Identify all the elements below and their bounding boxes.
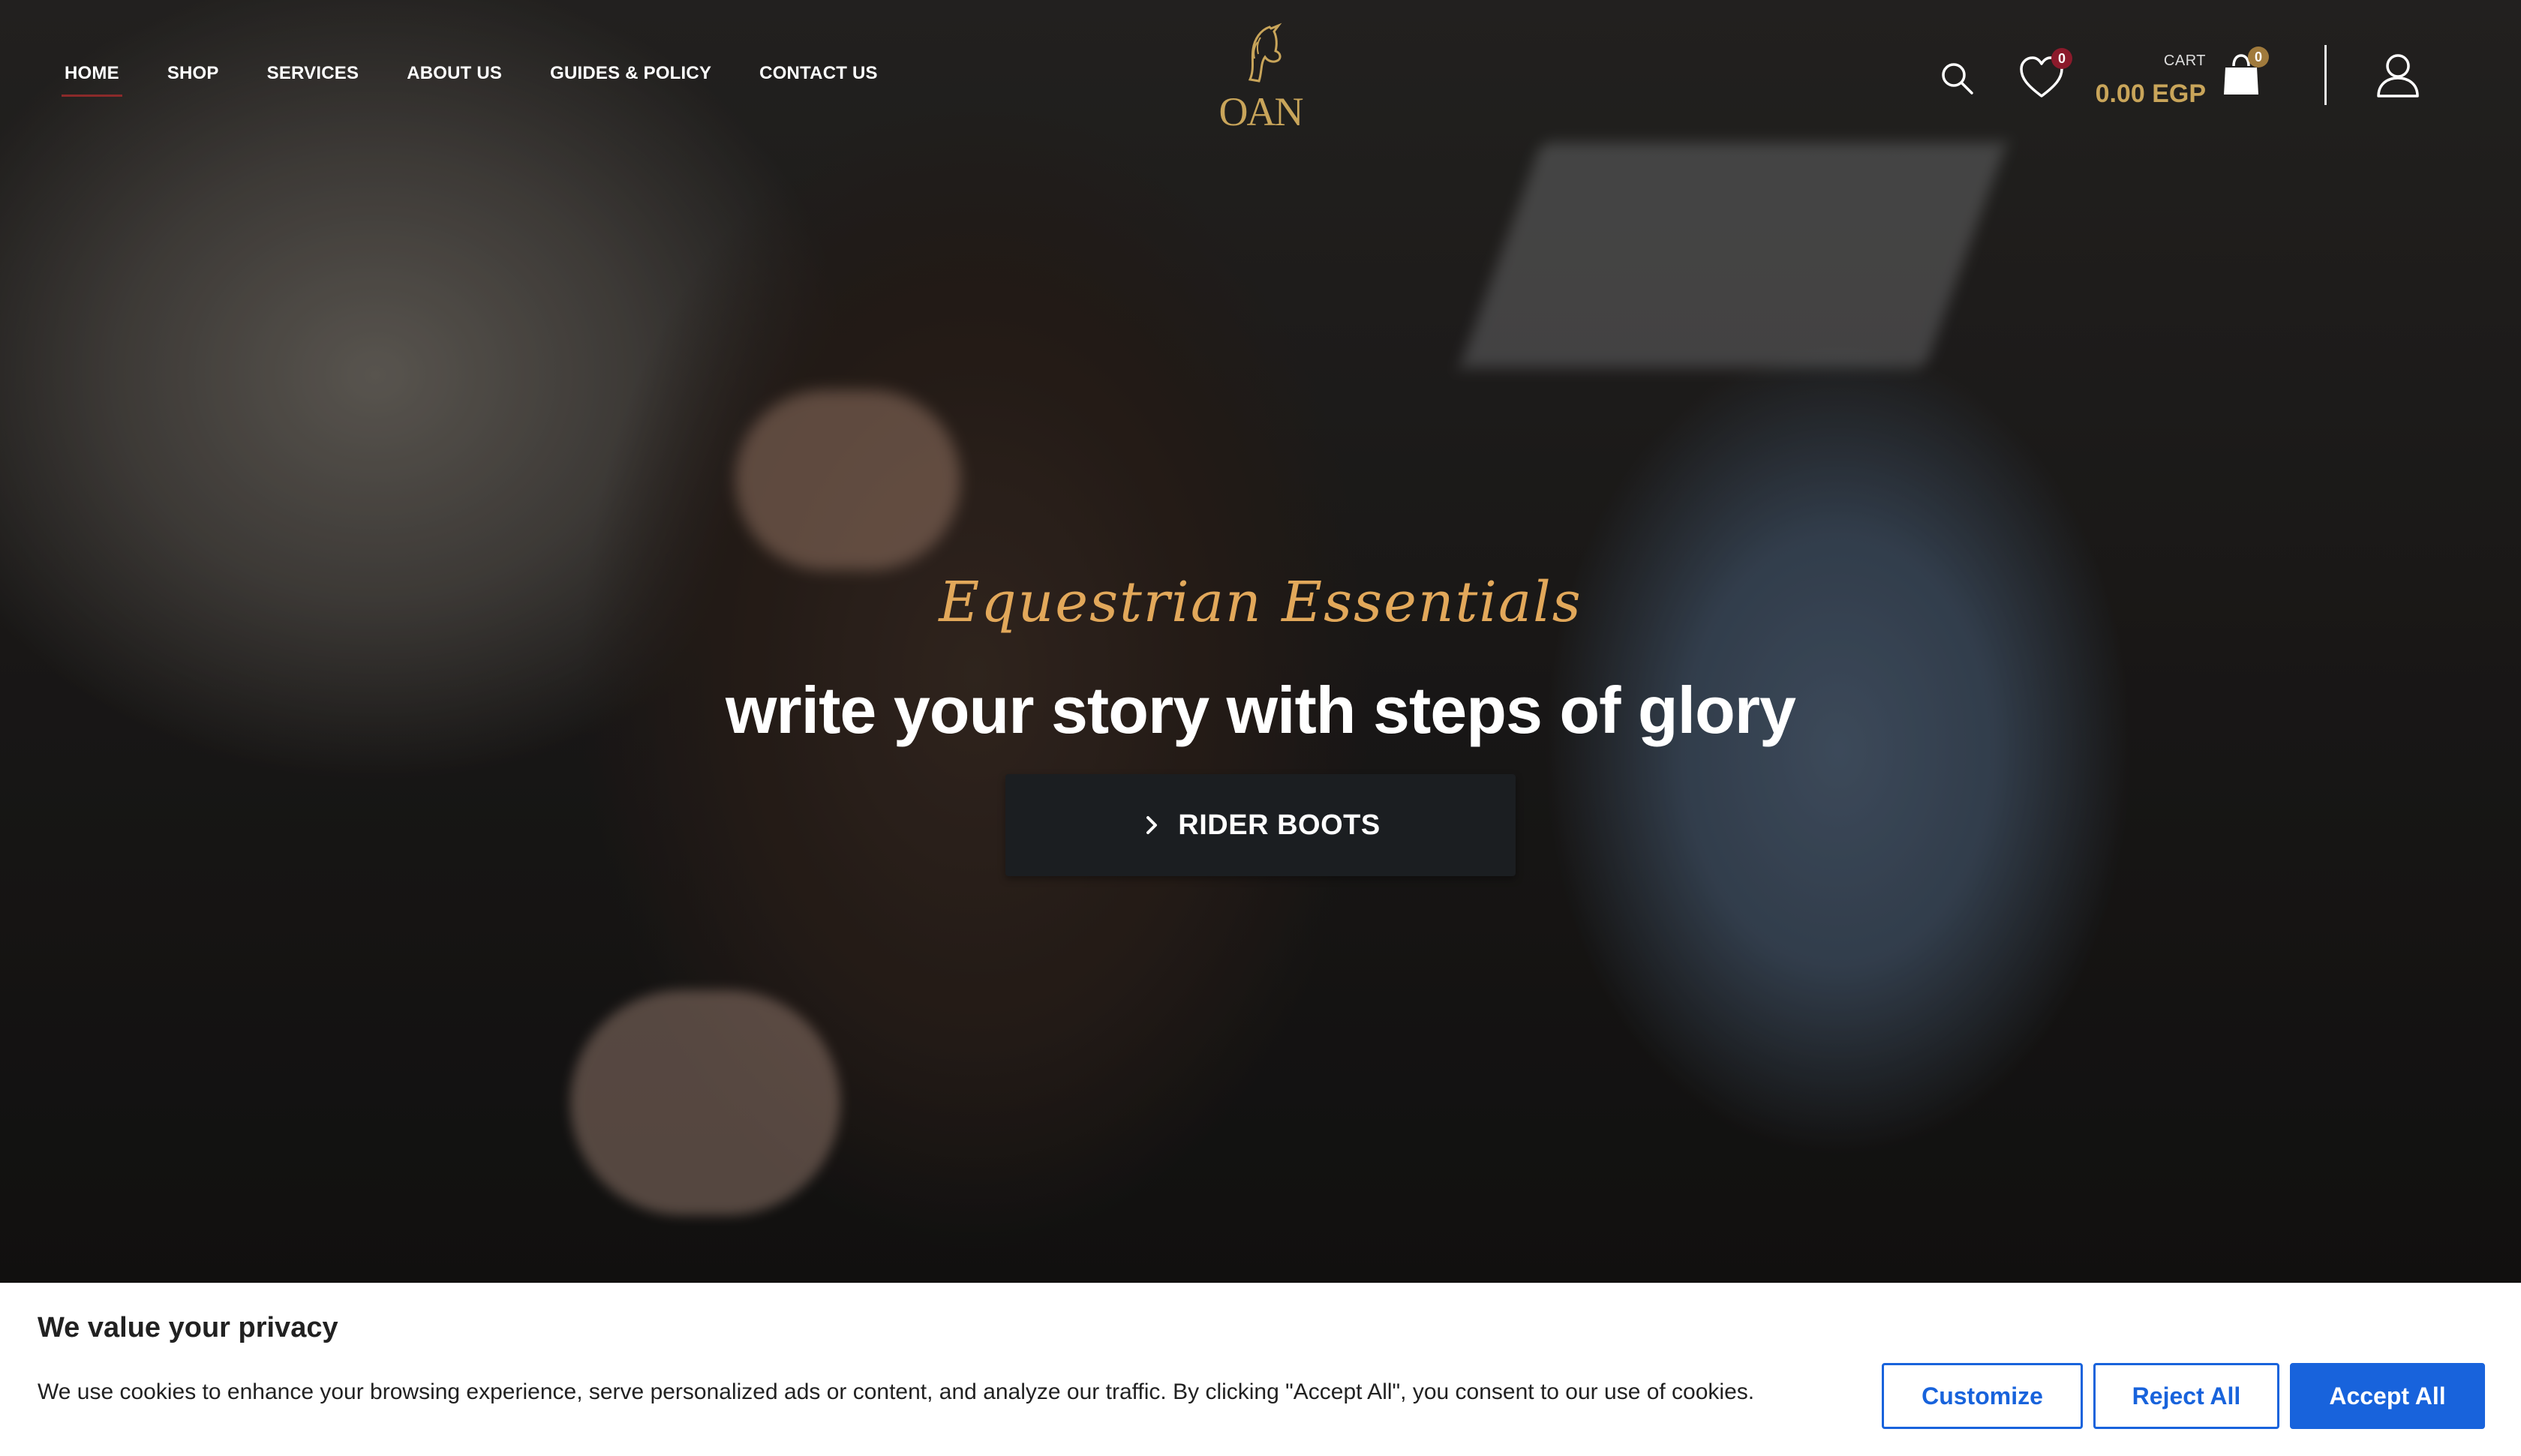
account-button[interactable] (2374, 51, 2422, 103)
accept-all-button[interactable]: Accept All (2290, 1363, 2485, 1429)
rider-boots-button[interactable]: RIDER BOOTS (1005, 774, 1516, 876)
user-icon (2377, 54, 2419, 98)
chevron-right-icon (1146, 816, 1158, 834)
nav-services[interactable]: SERVICES (267, 63, 359, 84)
nav-guides-policy[interactable]: GUIDES & POLICY (550, 63, 711, 84)
header-divider (2324, 45, 2327, 105)
cart-count-badge: 0 (2248, 47, 2269, 68)
site-logo[interactable]: OAN (1215, 20, 1306, 134)
hero-background (0, 0, 2521, 1283)
cart-icon-wrap: 0 (2221, 47, 2269, 101)
nav-home[interactable]: HOME (62, 63, 122, 97)
cta-label: RIDER BOOTS (1178, 809, 1381, 841)
logo-text: OAN (1218, 89, 1304, 134)
search-button[interactable] (1939, 60, 1975, 100)
cookie-consent-banner: We value your privacy We use cookies to … (0, 1283, 2521, 1456)
search-icon (1942, 63, 1973, 95)
horse-head-icon (1248, 23, 1282, 83)
wishlist-count-badge: 0 (2051, 48, 2072, 69)
nav-about-us[interactable]: ABOUT US (407, 63, 502, 84)
nav-shop[interactable]: SHOP (167, 63, 219, 84)
wishlist-button[interactable]: 0 (2018, 48, 2078, 105)
site-header: HOME SHOP SERVICES ABOUT US GUIDES & POL… (0, 0, 2521, 150)
nav-contact-us[interactable]: CONTACT US (759, 63, 878, 84)
hero-headline: write your story with steps of glory (725, 673, 1796, 747)
main-navigation: HOME SHOP SERVICES ABOUT US GUIDES & POL… (62, 63, 878, 97)
cart-total: 0.00 EGP (2095, 80, 2206, 108)
reject-all-button[interactable]: Reject All (2093, 1363, 2279, 1429)
customize-button[interactable]: Customize (1882, 1363, 2083, 1429)
cookie-title: We value your privacy (38, 1312, 338, 1343)
cart-label: CART (2163, 53, 2206, 69)
hero-tagline: Equestrian Essentials (939, 570, 1582, 635)
cookie-text: We use cookies to enhance your browsing … (38, 1379, 1755, 1404)
